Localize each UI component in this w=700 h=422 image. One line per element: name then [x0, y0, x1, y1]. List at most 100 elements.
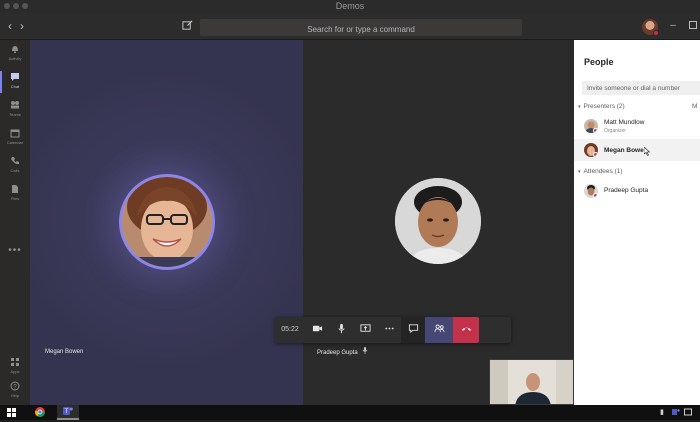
participant-row-pradeep[interactable]: Pradeep Gupta [574, 180, 700, 202]
taskbar-teams[interactable]: T [57, 405, 79, 420]
windows-logo-icon [6, 404, 16, 422]
app-header: ‹ › – [0, 14, 700, 40]
share-screen-icon [359, 321, 371, 339]
share-screen-button[interactable] [353, 317, 377, 343]
bell-icon [10, 44, 20, 54]
people-panel: People ▾Presenters (2) M Matt Mundlow Or… [574, 40, 700, 405]
participant-name: Pradeep Gupta [604, 187, 649, 194]
apps-icon [10, 357, 20, 367]
presenters-count: (2) [616, 103, 625, 110]
new-chat-compose-icon[interactable] [182, 20, 194, 32]
participant-row-megan[interactable]: Megan Bowe [574, 139, 700, 161]
microphone-icon [362, 347, 368, 356]
call-timer: 05:22 [281, 326, 299, 333]
tray-teams-icon[interactable] [672, 408, 680, 418]
forward-arrow-icon[interactable]: › [17, 20, 27, 32]
participants-icon [433, 321, 445, 339]
pradeep-small-avatar [584, 184, 598, 198]
rail-label-files: Files [10, 196, 20, 201]
self-view-video[interactable] [489, 359, 574, 405]
presence-status-dot [593, 128, 598, 133]
megan-name-label: Megan Bowen [45, 349, 84, 355]
rail-label-apps: Apps [10, 369, 20, 374]
attendees-count: (1) [614, 168, 623, 175]
teams-app-icon: T [63, 403, 73, 421]
pradeep-avatar [395, 178, 481, 264]
chat-button[interactable] [401, 317, 425, 343]
megan-avatar [119, 174, 215, 270]
chrome-icon [35, 404, 45, 422]
rail-item-calendar[interactable]: Calendar [0, 124, 30, 152]
participant-tile-pradeep[interactable]: Pradeep Gupta [303, 40, 574, 405]
teams-icon [10, 100, 20, 110]
presence-status-dot [593, 152, 598, 157]
app-rail: Activity Chat Teams Calendar Calls Files… [0, 40, 30, 405]
pradeep-name-label: Pradeep Gupta [317, 347, 368, 356]
rail-item-teams[interactable]: Teams [0, 96, 30, 124]
chat-bubble-icon [408, 321, 419, 339]
teams-window: Demos ‹ › – Activity Chat [0, 0, 700, 420]
more-dots-icon [384, 321, 395, 339]
call-control-bar: 05:22 [275, 317, 511, 343]
more-options-button[interactable] [377, 317, 401, 343]
chat-icon [10, 72, 20, 82]
help-icon: ? [10, 381, 20, 391]
pradeep-name-text: Pradeep Gupta [317, 350, 358, 356]
tray-network-icon[interactable]: ▮ [660, 408, 664, 416]
profile-avatar[interactable] [642, 19, 659, 36]
attendees-label: Attendees [583, 168, 613, 175]
presence-status-dot [653, 30, 659, 36]
os-taskbar: T ▮ [0, 405, 700, 420]
rail-item-files[interactable]: Files [0, 180, 30, 208]
back-arrow-icon[interactable]: ‹ [5, 20, 15, 32]
rail-item-activity[interactable]: Activity [0, 40, 30, 68]
camera-button[interactable] [305, 317, 329, 343]
window-title: Demos [335, 1, 365, 11]
presenters-group-header[interactable]: ▾ Presenters (2) [578, 103, 625, 110]
start-button[interactable] [0, 405, 22, 420]
rail-label-chat: Chat [10, 84, 20, 89]
rail-label-activity: Activity [8, 56, 22, 61]
participant-tile-megan[interactable]: Megan Bowen [30, 40, 303, 405]
command-search-input[interactable] [200, 21, 522, 38]
rail-item-chat[interactable]: Chat [0, 68, 30, 96]
phone-icon [10, 156, 20, 166]
participant-row-matt[interactable]: Matt Mundlow Organizer [574, 115, 700, 137]
calendar-icon [10, 128, 20, 138]
attendees-group-header[interactable]: ▾ Attendees (1) [578, 168, 623, 175]
hang-up-phone-icon [461, 321, 472, 339]
chevron-down-icon: ▾ [578, 169, 581, 175]
invite-input[interactable] [582, 81, 700, 95]
hang-up-button[interactable] [453, 317, 479, 343]
tray-notification-icon[interactable] [684, 408, 692, 418]
rail-label-calendar: Calendar [6, 140, 24, 145]
participant-role: Organizer [604, 128, 626, 134]
command-search-box[interactable] [200, 19, 522, 38]
files-icon [10, 184, 20, 194]
presence-status-dot [593, 193, 598, 198]
mouse-cursor-icon [643, 146, 651, 158]
people-panel-title: People [584, 57, 614, 67]
rail-item-help[interactable]: ? Help [0, 377, 30, 405]
rail-item-calls[interactable]: Calls [0, 152, 30, 180]
mute-all-link[interactable]: M [692, 103, 697, 110]
rail-label-help: Help [10, 393, 20, 398]
os-title-bar: Demos [0, 0, 700, 14]
taskbar-chrome[interactable] [29, 405, 51, 420]
minimize-icon[interactable]: – [668, 21, 678, 31]
presenters-label: Presenters [583, 103, 615, 110]
participant-name: Matt Mundlow [604, 119, 645, 126]
meeting-stage: Megan Bowen Pradeep Gupta 05:22 [30, 40, 574, 405]
show-participants-button[interactable] [425, 317, 453, 343]
rail-label-teams: Teams [9, 112, 21, 117]
chevron-down-icon: ▾ [578, 104, 581, 110]
megan-small-avatar [584, 143, 598, 157]
rail-label-calls: Calls [10, 168, 20, 173]
video-camera-icon [312, 321, 323, 339]
participant-name: Megan Bowe [604, 147, 644, 154]
rail-more-button[interactable]: ••• [0, 245, 30, 256]
matt-avatar [584, 119, 598, 133]
svg-text:T: T [65, 409, 69, 415]
microphone-button[interactable] [329, 317, 353, 343]
maximize-icon[interactable] [688, 21, 698, 31]
